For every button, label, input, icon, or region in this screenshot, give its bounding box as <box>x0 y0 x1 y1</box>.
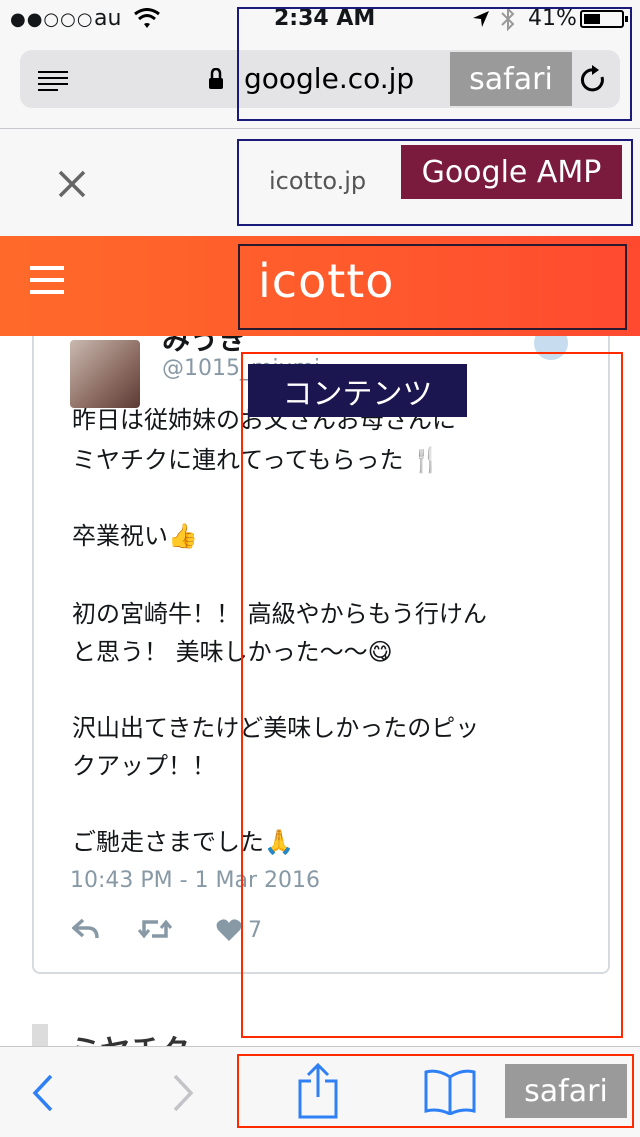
annotation-outline-safari-top <box>237 7 632 121</box>
annotation-outline-site-header <box>238 244 627 330</box>
annotation-label-contents: コンテンツ <box>248 364 467 417</box>
annotation-outline-contents <box>241 352 623 1038</box>
avatar[interactable] <box>70 340 140 408</box>
annotation-label-google-amp: Google AMP <box>401 145 622 199</box>
back-arrow-icon[interactable] <box>32 1074 54 1112</box>
hamburger-menu-icon[interactable] <box>30 266 64 294</box>
close-icon[interactable] <box>57 169 87 199</box>
heading-accent-bar <box>32 1024 48 1046</box>
section-heading: ミヤチク <box>70 1026 190 1046</box>
carrier-label: au <box>94 6 122 31</box>
tweet-text-line: クアップ！！ <box>72 752 216 780</box>
like-heart-icon[interactable] <box>216 918 242 942</box>
retweet-icon[interactable] <box>138 918 172 940</box>
tweet-author-name[interactable]: みうき <box>162 336 246 358</box>
reader-view-icon[interactable] <box>38 69 68 91</box>
lock-icon <box>209 68 223 89</box>
annotation-label-safari-bottom: safari <box>505 1064 627 1118</box>
reply-icon[interactable] <box>72 918 100 940</box>
forward-arrow-icon[interactable] <box>172 1074 194 1112</box>
tweet-text-line: 卒業祝い👍 <box>72 522 198 550</box>
annotation-label-safari-top: safari <box>450 52 572 106</box>
signal-strength-icon: ●●○○○ <box>10 9 94 30</box>
wifi-icon <box>134 8 160 28</box>
